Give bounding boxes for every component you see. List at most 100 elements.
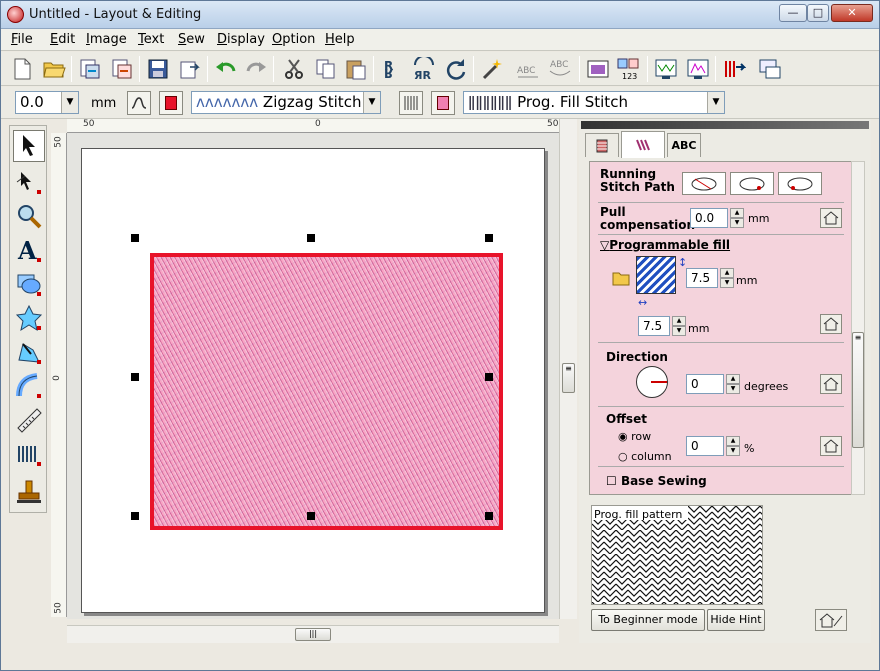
region-sew-icon[interactable] [399,91,423,115]
selection-handle[interactable] [131,373,139,381]
text-path-icon[interactable]: ABC [547,56,573,82]
menu-option[interactable]: Option [272,32,315,47]
direction-input[interactable]: 0 ▲ ▼ [686,374,740,394]
redo-icon[interactable] [243,56,269,82]
title-bar[interactable]: Untitled - Layout & Editing — □ ✕ [1,1,879,29]
minimize-button[interactable]: — [779,4,807,22]
ruler-top-label: 50 [547,119,559,129]
selection-handle[interactable] [307,512,315,520]
stitch-path-option-2[interactable] [730,172,774,195]
measure-tool-icon[interactable] [13,404,45,436]
stitch-path-option-1[interactable] [682,172,726,195]
stamp-tool-icon[interactable] [13,476,45,508]
rotate-icon[interactable] [443,56,469,82]
hide-hint-button[interactable]: Hide Hint [707,609,765,631]
open-folder-icon[interactable] [41,56,67,82]
fill-stitch-combo[interactable]: ǁǁǁǁǁǁ Prog. Fill Stitch ▼ [463,91,725,114]
select-arrow-icon[interactable] [13,130,45,162]
sewing-attribute-tab[interactable] [621,131,665,158]
selection-handle[interactable] [131,234,139,242]
curve-tool-icon[interactable] [13,370,45,402]
manual-punch-icon[interactable] [13,438,45,470]
canvas-vertical-scrollbar[interactable]: ≡ [559,119,577,619]
selection-handle[interactable] [307,234,315,242]
selection-handle[interactable] [485,512,493,520]
region-color-swatch[interactable] [431,91,455,115]
thread-color-tab[interactable] [585,133,619,157]
copy-icon[interactable] [313,56,339,82]
shape-tool-icon[interactable] [13,268,45,300]
cut-icon[interactable] [281,56,307,82]
pattern-width-input[interactable]: 7.5 ▲ ▼ [638,316,686,336]
text-attribute-tab[interactable]: ABC [667,133,701,157]
zoom-icon[interactable] [13,200,45,232]
realistic-view-icon[interactable] [685,56,711,82]
width-combo[interactable]: 0.0 ▼ [15,91,79,114]
selection-handle[interactable] [485,234,493,242]
maximize-button[interactable]: □ [807,4,829,22]
properties-scrollbar[interactable]: ≡ [851,161,865,495]
sewing-order-icon[interactable]: 123 [615,56,641,82]
menu-image[interactable]: Image [86,32,127,47]
design-page[interactable] [81,148,545,613]
text-arrange-icon[interactable]: ABC [515,56,541,82]
reset-fill-pattern-button[interactable] [820,314,842,334]
open-pattern-folder-icon[interactable] [610,268,632,288]
menu-edit[interactable]: Edit [50,32,75,47]
stitch-path-option-3[interactable] [778,172,822,195]
reset-direction-button[interactable] [820,374,842,394]
undo-icon[interactable] [213,56,239,82]
offset-row-radio[interactable]: ◉ row [618,430,651,443]
menu-help[interactable]: Help [325,32,355,47]
menu-sew[interactable]: Sew [178,32,205,47]
line-sew-icon[interactable] [127,91,151,115]
pattern-height-input[interactable]: 7.5 ▲ ▼ [686,268,734,288]
line-stitch-combo[interactable]: ʌʌʌʌʌʌʌ Zigzag Stitch ▼ [191,91,381,114]
vertical-scroll-thumb[interactable]: ≡ [562,363,575,393]
save-as-icon[interactable] [177,56,203,82]
design-canvas[interactable] [67,133,561,619]
selection-handle[interactable] [485,373,493,381]
mirror-horizontal-icon[interactable]: ЯR [411,56,437,82]
pattern-width-arrow: ↔ [638,296,648,309]
stamp-shape-icon[interactable] [13,302,45,334]
preview-label: Prog. fill pattern [594,508,683,521]
menu-text[interactable]: Text [138,32,164,47]
menu-display[interactable]: Display [217,32,265,47]
direction-dial[interactable] [636,366,668,398]
base-sewing-checkbox[interactable]: ☐ Base Sewing [606,474,707,488]
properties-scroll-thumb[interactable]: ≡ [852,332,864,448]
set-default-button[interactable] [815,609,847,631]
line-color-swatch[interactable] [159,91,183,115]
menu-file[interactable]: File [11,32,33,47]
close-button[interactable]: ✕ [831,4,873,22]
pull-compensation-input[interactable]: 0.0 ▲ ▼ [690,208,744,228]
svg-text:R: R [384,66,393,80]
import-icon[interactable] [77,56,103,82]
save-icon[interactable] [145,56,171,82]
fill-pattern-thumbnail[interactable] [636,256,676,294]
selection-handle[interactable] [131,512,139,520]
mirror-vertical-icon[interactable]: RR [379,56,405,82]
embroidery-fill-rectangle[interactable] [150,253,503,530]
export-icon[interactable] [109,56,135,82]
design-page-icon[interactable] [585,56,611,82]
reset-pull-compensation-button[interactable] [820,208,842,228]
new-file-icon[interactable] [9,56,35,82]
offset-input[interactable]: 0 ▲ ▼ [686,436,740,456]
programmable-fill-heading[interactable]: ▽Programmable fill [600,238,730,252]
stitch-simulator-icon[interactable] [653,56,679,82]
magic-wand-icon[interactable] [479,56,505,82]
offset-column-radio[interactable]: ○ column [618,450,672,463]
write-to-card-icon[interactable] [721,56,747,82]
text-tool-icon[interactable]: A [13,234,45,266]
canvas-horizontal-scrollbar[interactable]: ||| [67,625,559,643]
horizontal-scroll-thumb[interactable]: ||| [295,628,331,641]
reset-offset-button[interactable] [820,436,842,456]
outline-tool-icon[interactable] [13,336,45,368]
point-edit-icon[interactable] [13,166,45,198]
to-beginner-mode-button[interactable]: To Beginner mode [591,609,705,631]
ruler-top-label: 0 [315,119,321,129]
paste-icon[interactable] [343,56,369,82]
window-layout-icon[interactable] [757,56,783,82]
